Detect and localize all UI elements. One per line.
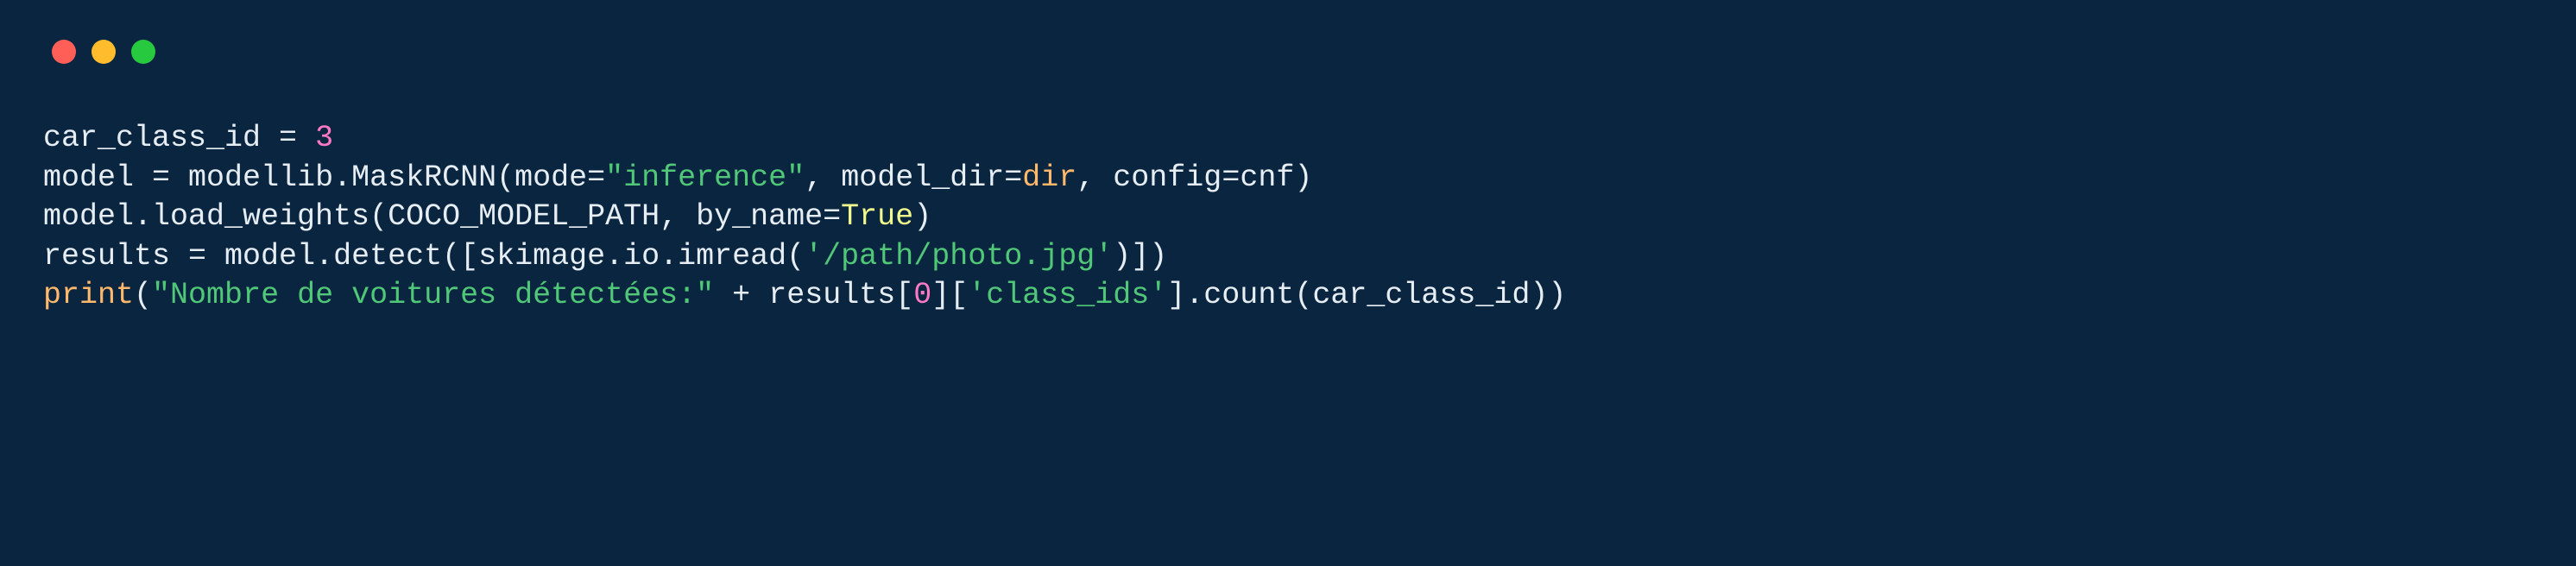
code-token: =: [279, 121, 297, 155]
code-token: car_class_id: [43, 121, 279, 155]
code-line: car_class_id = 3: [43, 119, 2533, 159]
code-token: True: [841, 199, 913, 234]
code-token: 0: [913, 278, 931, 312]
code-token: modellib.MaskRCNN(mode: [170, 160, 587, 195]
code-token: =: [152, 160, 170, 195]
code-token: ].count(car_class_id)): [1167, 278, 1566, 312]
code-line: model = modellib.MaskRCNN(mode="inferenc…: [43, 159, 2533, 198]
minimize-icon[interactable]: [92, 40, 116, 64]
code-token: ): [913, 199, 931, 234]
code-token: +: [732, 278, 750, 312]
code-block: car_class_id = 3model = modellib.MaskRCN…: [0, 78, 2576, 316]
code-token: , model_dir: [805, 160, 1004, 195]
code-token: [714, 278, 732, 312]
close-icon[interactable]: [52, 40, 76, 64]
code-token: , config: [1076, 160, 1222, 195]
code-line: results = model.detect([skimage.io.imrea…: [43, 237, 2533, 277]
code-token: 'class_ids': [968, 278, 1167, 312]
code-token: model.detect([skimage.io.imread(: [206, 239, 805, 274]
code-token: =: [587, 160, 605, 195]
code-token: ][: [931, 278, 968, 312]
code-token: model.load_weights(COCO_MODEL_PATH, by_n…: [43, 199, 823, 234]
code-line: model.load_weights(COCO_MODEL_PATH, by_n…: [43, 198, 2533, 237]
code-token: dir: [1022, 160, 1076, 195]
code-token: 3: [315, 121, 333, 155]
code-token: =: [1004, 160, 1022, 195]
code-token: cnf): [1240, 160, 1312, 195]
code-token: "Nombre de voitures détectées:": [152, 278, 714, 312]
code-token: print: [43, 278, 134, 312]
titlebar: [0, 0, 2576, 78]
code-token: "inference": [605, 160, 805, 195]
code-line: print("Nombre de voitures détectées:" + …: [43, 276, 2533, 316]
code-token: =: [823, 199, 841, 234]
code-token: results: [43, 239, 188, 274]
code-token: model: [43, 160, 152, 195]
code-token: =: [1222, 160, 1240, 195]
code-token: results[: [750, 278, 913, 312]
code-token: )]): [1113, 239, 1167, 274]
code-token: (: [134, 278, 152, 312]
zoom-icon[interactable]: [131, 40, 155, 64]
code-token: [297, 121, 315, 155]
code-token: =: [188, 239, 206, 274]
code-token: '/path/photo.jpg': [805, 239, 1113, 274]
code-window: car_class_id = 3model = modellib.MaskRCN…: [0, 0, 2576, 566]
